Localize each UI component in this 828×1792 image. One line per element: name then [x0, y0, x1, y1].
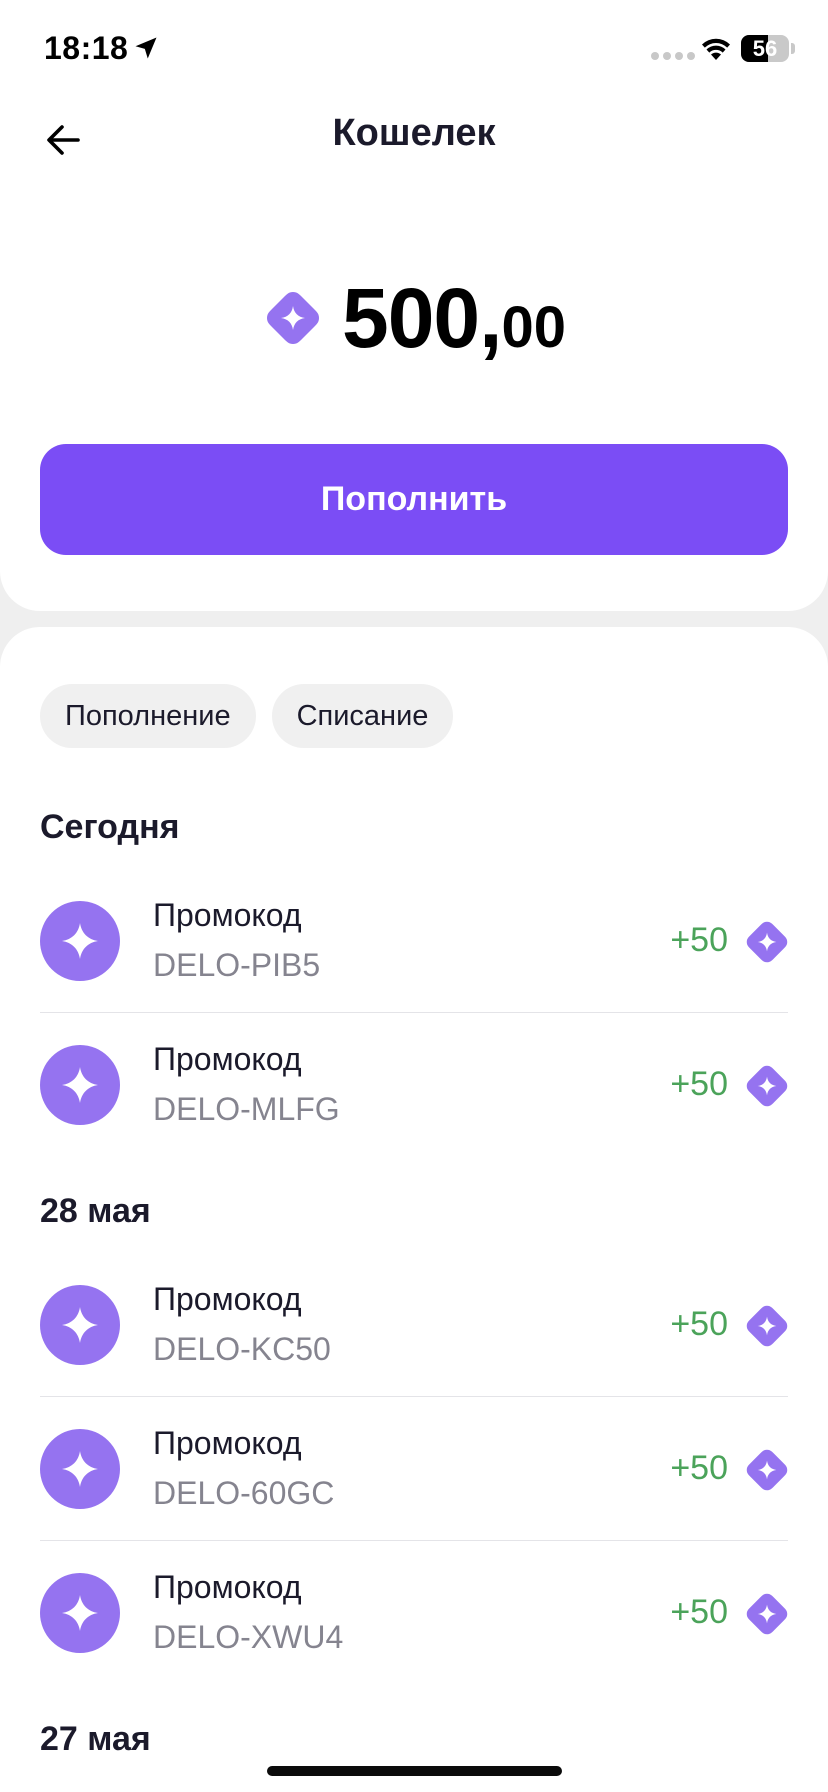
transaction-filters: Пополнение Списание [40, 684, 454, 748]
page-title: Кошелек [332, 112, 496, 154]
promo-avatar [40, 1573, 120, 1653]
transaction-row[interactable]: Промокод DELO-60GC +50 [40, 1397, 788, 1541]
sparkle-icon [62, 1307, 98, 1343]
diamond-coin-icon [746, 921, 788, 963]
transaction-code: DELO-XWU4 [153, 1619, 344, 1655]
promo-avatar [40, 1045, 120, 1125]
transaction-title: Промокод [153, 1569, 302, 1605]
balance-integer: 500, [342, 271, 502, 365]
transactions-card: Пополнение Списание Сегодня Промокод DEL… [0, 627, 828, 1792]
transaction-row[interactable]: Промокод DELO-XWU4 +50 [40, 1541, 788, 1685]
transaction-amount: +50 [670, 1593, 728, 1631]
wallet-screen: 18:18 56 Кошелек 500,00 Пополнить Пополн… [0, 0, 828, 1792]
cellular-signal-icon [651, 52, 695, 60]
transaction-row[interactable]: Промокод DELO-MLFG +50 [40, 1013, 788, 1157]
promo-avatar [40, 1429, 120, 1509]
sparkle-icon [62, 923, 98, 959]
transaction-code: DELO-MLFG [153, 1091, 340, 1127]
wallet-summary-card: 18:18 56 Кошелек 500,00 Пополнить [0, 0, 828, 611]
diamond-coin-icon [746, 1305, 788, 1347]
battery-tip [791, 43, 795, 54]
diamond-coin-icon [746, 1449, 788, 1491]
transaction-amount: +50 [670, 1449, 728, 1487]
transaction-code: DELO-KC50 [153, 1331, 331, 1367]
filter-chip-withdrawal[interactable]: Списание [271, 684, 454, 748]
transaction-row[interactable]: Промокод DELO-KC50 +50 [40, 1253, 788, 1397]
transaction-title: Промокод [153, 1425, 302, 1461]
status-bar: 18:18 56 [0, 0, 828, 100]
promo-avatar [40, 901, 120, 981]
transaction-title: Промокод [153, 1041, 302, 1077]
battery-indicator: 56 [741, 35, 789, 62]
promo-avatar [40, 1285, 120, 1365]
location-arrow-icon [135, 37, 157, 59]
transaction-amount: +50 [670, 1305, 728, 1343]
diamond-coin-icon [267, 292, 319, 344]
status-time: 18:18 [44, 30, 129, 66]
section-label-may-27: 27 мая [40, 1720, 151, 1758]
wifi-icon [702, 38, 730, 60]
sparkle-icon [62, 1595, 98, 1631]
transaction-title: Промокод [153, 1281, 302, 1317]
sparkle-icon [62, 1067, 98, 1103]
transaction-code: DELO-PIB5 [153, 947, 321, 983]
balance-fraction: 00 [501, 295, 567, 360]
section-label-today: Сегодня [40, 808, 180, 846]
home-indicator [267, 1766, 562, 1776]
balance-amount: 500,00 [342, 270, 566, 367]
transaction-title: Промокод [153, 897, 302, 933]
transaction-code: DELO-60GC [153, 1475, 335, 1511]
diamond-coin-icon [746, 1593, 788, 1635]
sparkle-icon [62, 1451, 98, 1487]
transaction-amount: +50 [670, 921, 728, 959]
battery-percent: 56 [752, 36, 778, 61]
wallet-balance: 500,00 [0, 270, 828, 370]
topup-button[interactable]: Пополнить [40, 444, 788, 555]
section-label-may-28: 28 мая [40, 1192, 151, 1230]
transaction-amount: +50 [670, 1065, 728, 1103]
filter-chip-topup[interactable]: Пополнение [40, 684, 256, 748]
transaction-row[interactable]: Промокод DELO-PIB5 +50 [40, 869, 788, 1013]
diamond-coin-icon [746, 1065, 788, 1107]
